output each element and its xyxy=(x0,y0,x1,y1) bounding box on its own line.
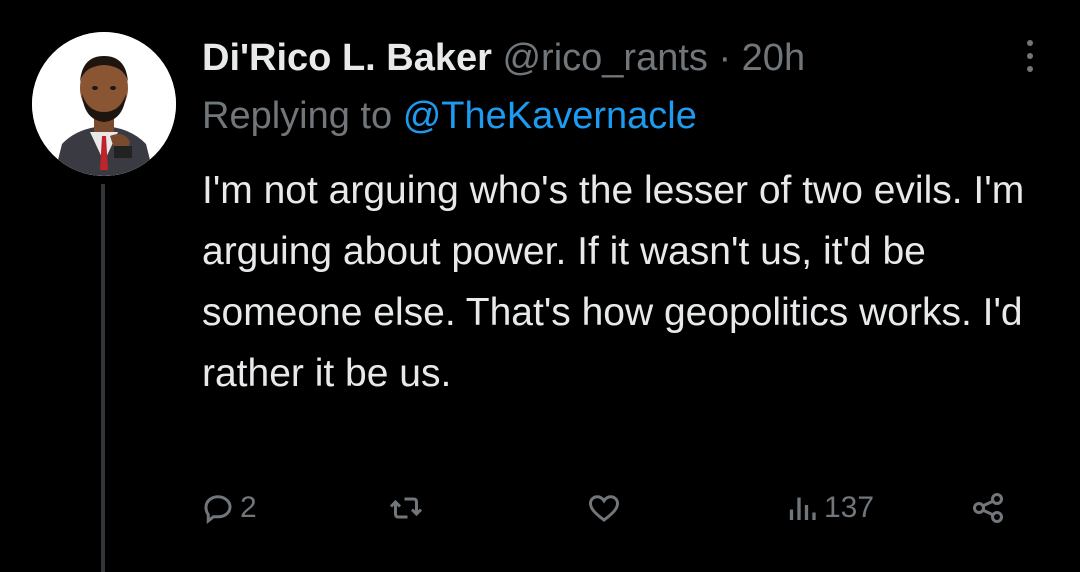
share-icon xyxy=(973,493,1003,523)
like-button[interactable] xyxy=(586,484,626,532)
more-dot xyxy=(1027,40,1033,46)
post-time[interactable]: 20h xyxy=(742,37,805,79)
more-dot xyxy=(1027,66,1033,72)
replying-prefix: Replying to xyxy=(202,95,393,137)
action-bar: 2 137 xyxy=(200,484,1030,532)
avatar-illustration xyxy=(32,32,176,176)
more-icon[interactable] xyxy=(1020,40,1040,72)
views-icon xyxy=(789,497,816,520)
separator-dot: · xyxy=(718,37,732,79)
views-button[interactable]: 137 xyxy=(784,484,874,532)
replying-to-line: Replying to @TheKavernacle xyxy=(202,94,697,138)
thread-line xyxy=(101,184,105,572)
views-count: 137 xyxy=(824,491,875,524)
more-dot xyxy=(1027,53,1033,59)
reply-icon xyxy=(204,495,232,525)
reply-button[interactable]: 2 xyxy=(200,484,257,532)
reply-count: 2 xyxy=(240,491,257,524)
author-handle[interactable]: @rico_rants xyxy=(502,37,707,79)
heart-icon xyxy=(588,495,620,522)
avatar[interactable] xyxy=(32,32,176,176)
post-text: I'm not arguing who's the lesser of two … xyxy=(202,169,1025,395)
post-header: Di'Rico L. Baker @rico_rants · 20h xyxy=(202,36,1000,80)
replying-to-mention[interactable]: @TheKavernacle xyxy=(403,95,697,137)
retweet-icon xyxy=(389,497,423,519)
author-name[interactable]: Di'Rico L. Baker xyxy=(202,37,492,79)
retweet-button[interactable] xyxy=(388,484,428,532)
share-button[interactable] xyxy=(970,484,1006,532)
